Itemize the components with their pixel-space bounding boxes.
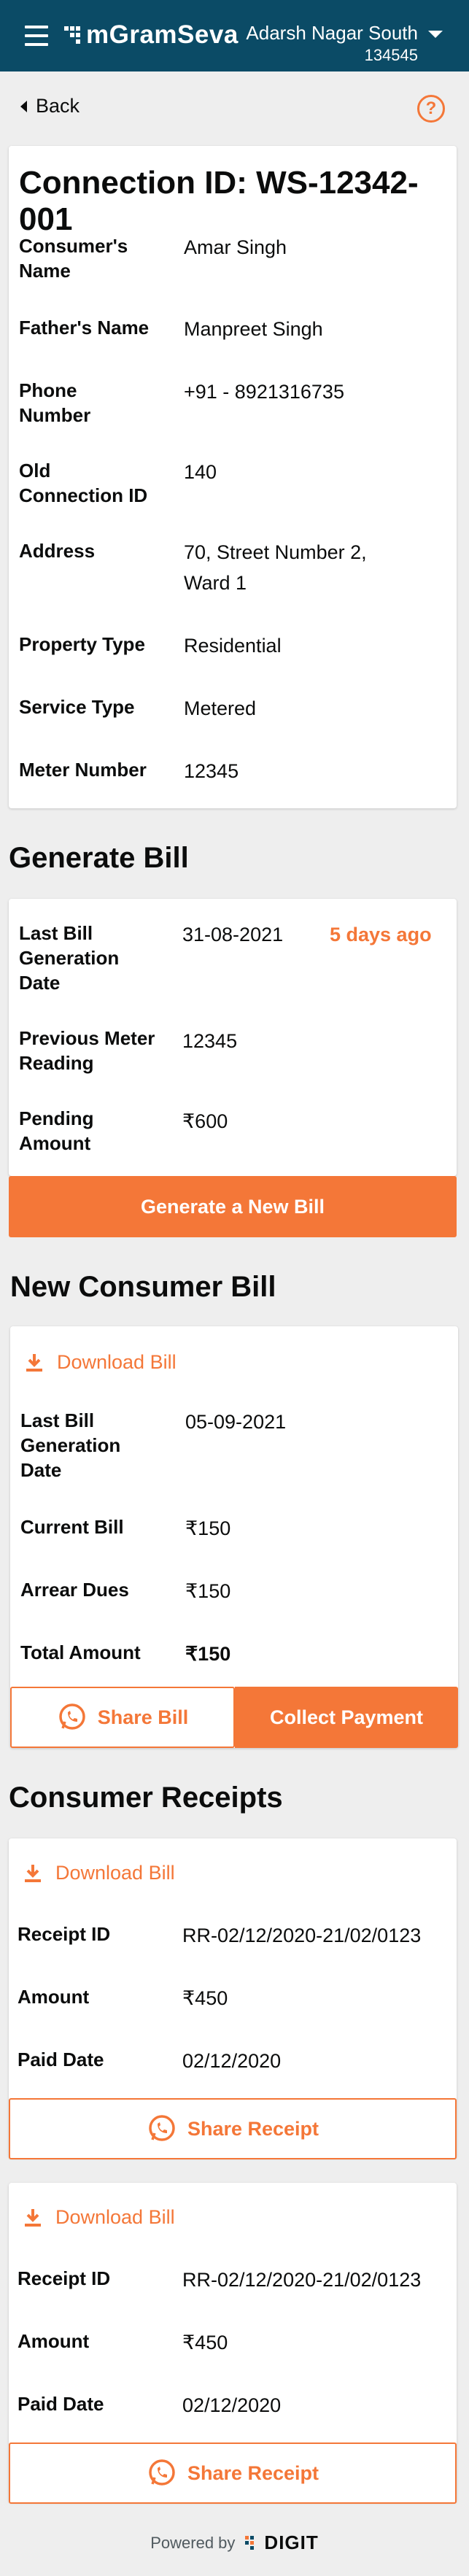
property-type-value: Residential xyxy=(184,635,282,657)
whatsapp-icon xyxy=(149,2459,175,2486)
back-label: Back xyxy=(36,95,80,117)
current-bill-label: Current Bill xyxy=(20,1516,124,1538)
whatsapp-icon xyxy=(58,1703,85,1730)
chevron-down-icon xyxy=(428,31,443,38)
download-icon xyxy=(25,1864,41,1882)
service-type-value: Metered xyxy=(184,697,257,719)
digit-brand: DIGIT xyxy=(264,2531,319,2553)
app-logo: mGramSeva xyxy=(64,20,239,50)
share-receipt-button[interactable]: Share Receipt xyxy=(9,2098,457,2159)
download-bill-link[interactable]: Download Bill xyxy=(23,1862,175,1884)
powered-by-label: Powered by xyxy=(150,2533,236,2552)
receipt-id-value: RR-02/12/2020-21/02/0123 xyxy=(182,1925,422,1946)
app-name: mGramSeva xyxy=(86,20,239,49)
consumer-receipts-title: Consumer Receipts xyxy=(9,1782,283,1814)
previous-reading-label: Previous Meter Reading xyxy=(19,1027,155,1074)
help-icon[interactable]: ? xyxy=(417,95,445,123)
download-bill-label: Download Bill xyxy=(55,1862,175,1884)
logo-icon xyxy=(64,26,80,44)
tenant-code: 134545 xyxy=(364,46,418,64)
tenant-name: Adarsh Nagar South xyxy=(246,22,418,44)
days-ago-badge: 5 days ago xyxy=(330,924,432,945)
collect-payment-button[interactable]: Collect Payment xyxy=(235,1687,458,1748)
paid-date-value: 02/12/2020 xyxy=(182,2394,282,2416)
download-bill-link[interactable]: Download Bill xyxy=(23,2206,175,2229)
whatsapp-icon xyxy=(149,2115,175,2141)
share-receipt-label: Share Receipt xyxy=(187,2461,319,2484)
previous-reading-value: 12345 xyxy=(182,1030,238,1052)
phone-number-label: Phone Number xyxy=(19,379,91,426)
consumer-name-value: Amar Singh xyxy=(184,236,287,258)
pending-amount-label: Pending Amount xyxy=(19,1107,94,1154)
amount-label: Amount xyxy=(18,2330,90,2352)
download-bill-label: Download Bill xyxy=(55,2206,175,2228)
meter-number-value: 12345 xyxy=(184,760,239,782)
digit-logo-icon xyxy=(245,2535,255,2550)
share-receipt-label: Share Receipt xyxy=(187,2117,319,2140)
new-bill-card: Download Bill Last Bill Generation Date … xyxy=(10,1326,458,1748)
service-type-label: Service Type xyxy=(19,696,135,718)
last-bill-date-value: 31-08-2021 xyxy=(182,924,284,945)
back-button[interactable]: Back xyxy=(20,95,80,117)
receipt-id-value: RR-02/12/2020-21/02/0123 xyxy=(182,2269,422,2291)
download-bill-label: Download Bill xyxy=(57,1351,177,1373)
paid-date-label: Paid Date xyxy=(18,2049,104,2070)
paid-date-label: Paid Date xyxy=(18,2393,104,2415)
paid-date-value: 02/12/2020 xyxy=(182,2050,282,2072)
share-bill-label: Share Bill xyxy=(97,1706,189,1728)
download-icon xyxy=(26,1353,42,1372)
total-amount-label: Total Amount xyxy=(20,1641,141,1663)
share-receipt-button[interactable]: Share Receipt xyxy=(9,2442,457,2504)
current-bill-value: ₹150 xyxy=(185,1517,231,1539)
address-label: Address xyxy=(19,540,96,562)
receipt-id-label: Receipt ID xyxy=(18,2267,111,2289)
tenant-selector[interactable]: Adarsh Nagar South 134545 xyxy=(246,22,443,65)
pending-amount-value: ₹600 xyxy=(182,1110,228,1132)
receipt-id-label: Receipt ID xyxy=(18,1923,111,1945)
father-name-label: Father's Name xyxy=(19,317,150,339)
new-bill-last-date-label: Last Bill Generation Date xyxy=(20,1409,121,1481)
old-connection-id-label: Old Connection ID xyxy=(19,460,148,506)
father-name-value: Manpreet Singh xyxy=(184,318,323,340)
generate-bill-card: Last Bill Generation Date 31-08-2021 5 d… xyxy=(9,899,457,1176)
property-type-label: Property Type xyxy=(19,633,145,655)
amount-value: ₹450 xyxy=(182,2332,228,2353)
generate-new-bill-button[interactable]: Generate a New Bill xyxy=(9,1176,457,1237)
connection-id-title: Connection ID: WS-12342-001 xyxy=(19,165,419,237)
share-bill-button[interactable]: Share Bill xyxy=(10,1687,235,1748)
new-bill-last-date-value: 05-09-2021 xyxy=(185,1411,287,1433)
amount-label: Amount xyxy=(18,1986,90,2008)
footer: Powered by DIGIT xyxy=(0,2531,469,2554)
arrear-dues-label: Arrear Dues xyxy=(20,1579,129,1601)
arrear-dues-value: ₹150 xyxy=(185,1580,231,1602)
last-bill-date-label: Last Bill Generation Date xyxy=(19,922,120,994)
top-app-bar: mGramSeva Adarsh Nagar South 134545 xyxy=(0,0,469,71)
download-bill-link[interactable]: Download Bill xyxy=(25,1351,177,1374)
consumer-name-label: Consumer's Name xyxy=(19,235,128,282)
amount-value: ₹450 xyxy=(182,1987,228,2009)
phone-number-value: +91 - 8921316735 xyxy=(184,381,344,403)
total-amount-value: ₹150 xyxy=(185,1643,231,1665)
new-consumer-bill-title: New Consumer Bill xyxy=(10,1271,276,1303)
address-value: 70, Street Number 2, Ward 1 xyxy=(184,541,367,594)
download-icon xyxy=(25,2208,41,2227)
chevron-left-icon xyxy=(20,100,27,112)
connection-card: Connection ID: WS-12342-001 Consumer's N… xyxy=(9,146,457,808)
old-connection-id-value: 140 xyxy=(184,461,217,483)
meter-number-label: Meter Number xyxy=(19,759,147,781)
generate-bill-title: Generate Bill xyxy=(9,842,189,874)
menu-icon[interactable] xyxy=(25,26,48,46)
